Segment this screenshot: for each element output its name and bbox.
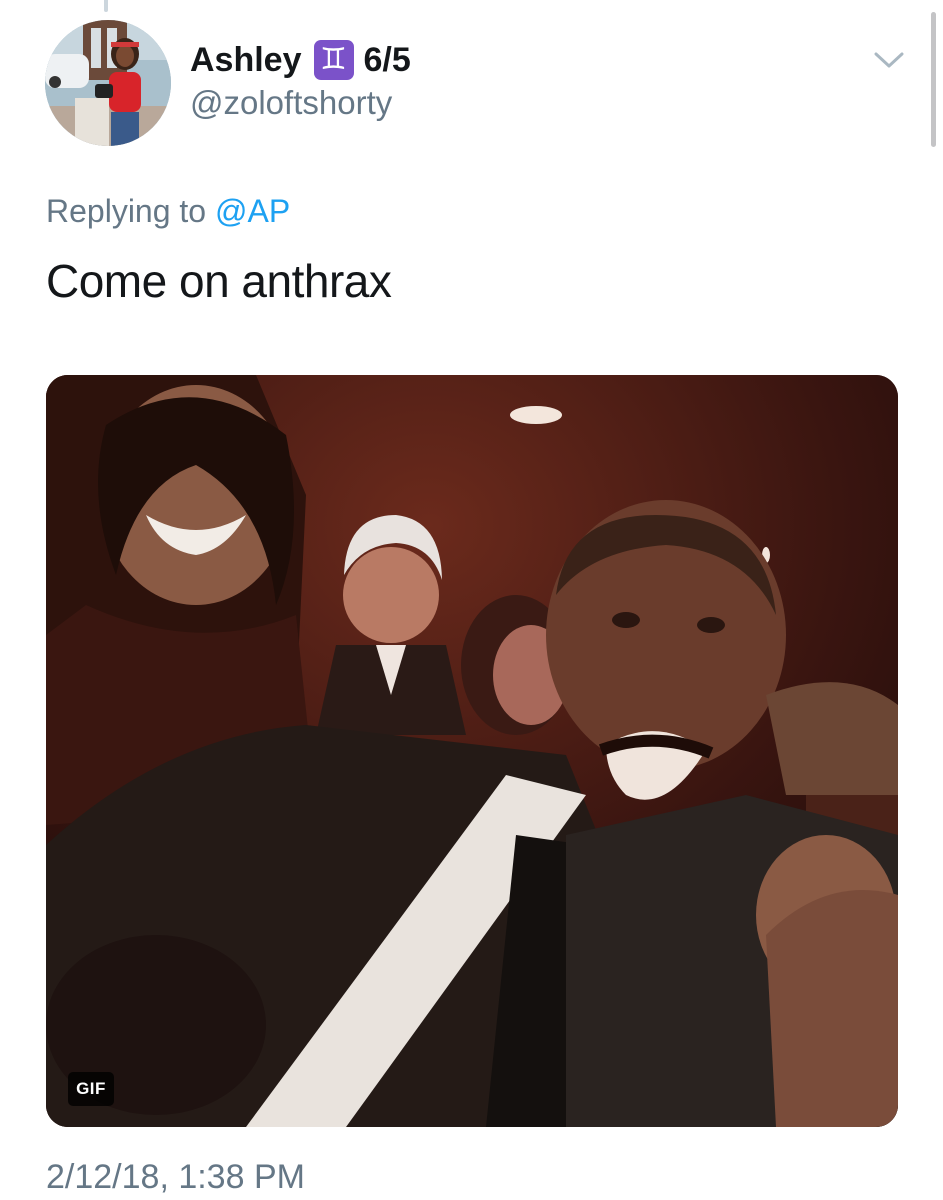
chevron-down-icon[interactable] bbox=[872, 48, 906, 72]
author-name-row[interactable]: Ashley ♊ 6/5 bbox=[190, 38, 411, 82]
tweet-timestamp[interactable]: 2/12/18, 1:38 PM bbox=[46, 1158, 305, 1197]
reply-mention-link[interactable]: @AP bbox=[215, 193, 290, 229]
thread-connector-line bbox=[104, 0, 108, 12]
user-handle[interactable]: @zoloftshorty bbox=[190, 84, 392, 122]
profile-photo bbox=[45, 20, 171, 146]
scroll-indicator[interactable] bbox=[931, 12, 936, 147]
gif-frame-image bbox=[46, 375, 898, 1127]
gif-badge: GIF bbox=[68, 1072, 114, 1106]
gif-media[interactable]: GIF bbox=[46, 375, 898, 1127]
avatar[interactable] bbox=[45, 20, 171, 146]
display-name-suffix: 6/5 bbox=[363, 40, 411, 79]
reply-prefix: Replying to bbox=[46, 193, 207, 229]
gemini-emoji-icon: ♊ bbox=[313, 40, 354, 80]
display-name[interactable]: Ashley bbox=[190, 41, 302, 80]
reply-context: Replying to @AP bbox=[46, 193, 290, 230]
tweet-text: Come on anthrax bbox=[46, 255, 392, 307]
